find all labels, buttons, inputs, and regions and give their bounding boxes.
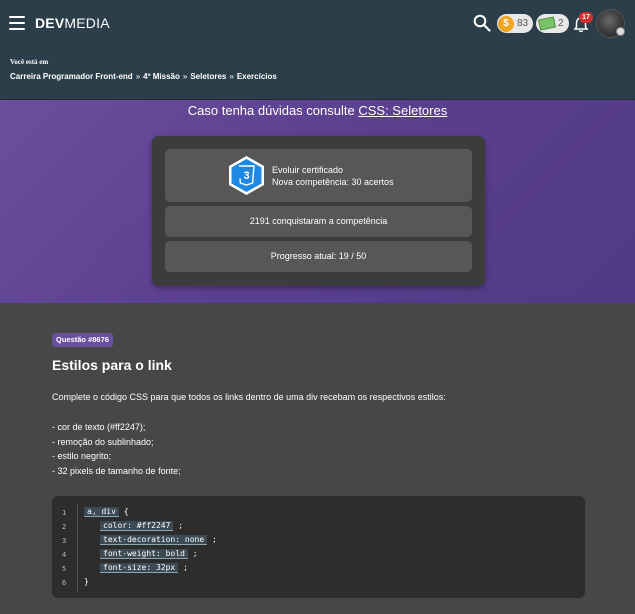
cash-value: 2	[558, 18, 564, 29]
css3-badge-icon: 3	[229, 156, 264, 195]
progress-row: Progresso atual: 19 / 50	[165, 241, 472, 272]
requirement-item: - cor de texto (#ff2247);	[52, 422, 146, 432]
settings-gear-icon[interactable]	[616, 27, 625, 36]
breadcrumb-label: Você está em	[10, 58, 49, 66]
coins-counter[interactable]: $ 83	[497, 14, 533, 33]
code-blank-font-weight[interactable]: font-weight: bold	[100, 549, 188, 559]
code-line: color: #ff2247 ;	[100, 521, 183, 531]
line-number: 3	[62, 537, 67, 545]
conquered-row: 2191 conquistaram a competência	[165, 206, 472, 237]
breadcrumb-item-mission[interactable]: 4º Missão	[143, 72, 180, 81]
cash-icon	[538, 16, 556, 31]
code-editor: 1 2 3 4 5 6 a, div { color: #ff2247 ; te…	[52, 496, 585, 598]
line-number: 6	[62, 579, 67, 587]
help-text: Caso tenha dúvidas consulte CSS: Seletor…	[187, 103, 448, 118]
code-line: a, div {	[84, 507, 129, 517]
breadcrumb: Carreira Programador Front-end» 4º Missão…	[10, 72, 277, 81]
devmedia-logo[interactable]: DEVMEDIA	[35, 15, 110, 31]
requirement-item: - 32 pixels de tamanho de fonte;	[52, 465, 181, 476]
menu-icon[interactable]	[9, 16, 25, 30]
question-title: Estilos para o link	[52, 357, 172, 373]
coin-icon: $	[498, 15, 514, 32]
breadcrumb-separator: »	[135, 72, 141, 81]
cash-counter[interactable]: 2	[536, 14, 569, 33]
code-line: font-size: 32px ;	[100, 563, 188, 573]
requirement-item: - remoção do sublinhado;	[52, 436, 154, 447]
line-number: 1	[62, 509, 67, 517]
breadcrumb-item-exercises[interactable]: Exercícios	[237, 72, 277, 81]
css-selectors-link[interactable]: CSS: Seletores	[358, 103, 447, 118]
requirement-item: - estilo negrito;	[52, 451, 112, 462]
coins-value: 83	[517, 18, 529, 29]
search-icon[interactable]	[473, 14, 491, 32]
code-blank-font-size[interactable]: font-size: 32px	[100, 563, 179, 573]
requirements-list: - cor de texto (#ff2247); - remoção do s…	[52, 420, 181, 478]
breadcrumb-item-selectors[interactable]: Seletores	[190, 72, 226, 81]
question-tag: Questão #8676	[52, 333, 113, 347]
code-blank-text-decoration[interactable]: text-decoration: none	[100, 535, 208, 545]
breadcrumb-separator: »	[229, 72, 234, 81]
question-description: Complete o código CSS para que todos os …	[52, 392, 446, 402]
line-number: 5	[62, 565, 67, 573]
certificate-row: 3 Evoluir certificado Nova competência: …	[165, 149, 472, 202]
svg-text:3: 3	[243, 170, 249, 182]
line-number: 2	[62, 523, 67, 531]
competence-card: 3 Evoluir certificado Nova competência: …	[152, 136, 485, 286]
notification-badge: 17	[579, 12, 593, 23]
code-line: }	[84, 577, 89, 586]
code-blank-selector[interactable]: a, div	[84, 507, 119, 517]
code-blank-color[interactable]: color: #ff2247	[100, 521, 174, 531]
line-number: 4	[62, 551, 67, 559]
breadcrumb-item-career[interactable]: Carreira Programador Front-end	[10, 72, 133, 81]
code-line: text-decoration: none ;	[100, 535, 217, 545]
breadcrumb-separator: »	[182, 72, 188, 81]
certificate-text: Evoluir certificado Nova competência: 30…	[272, 165, 394, 187]
code-line: font-weight: bold ;	[100, 549, 198, 559]
